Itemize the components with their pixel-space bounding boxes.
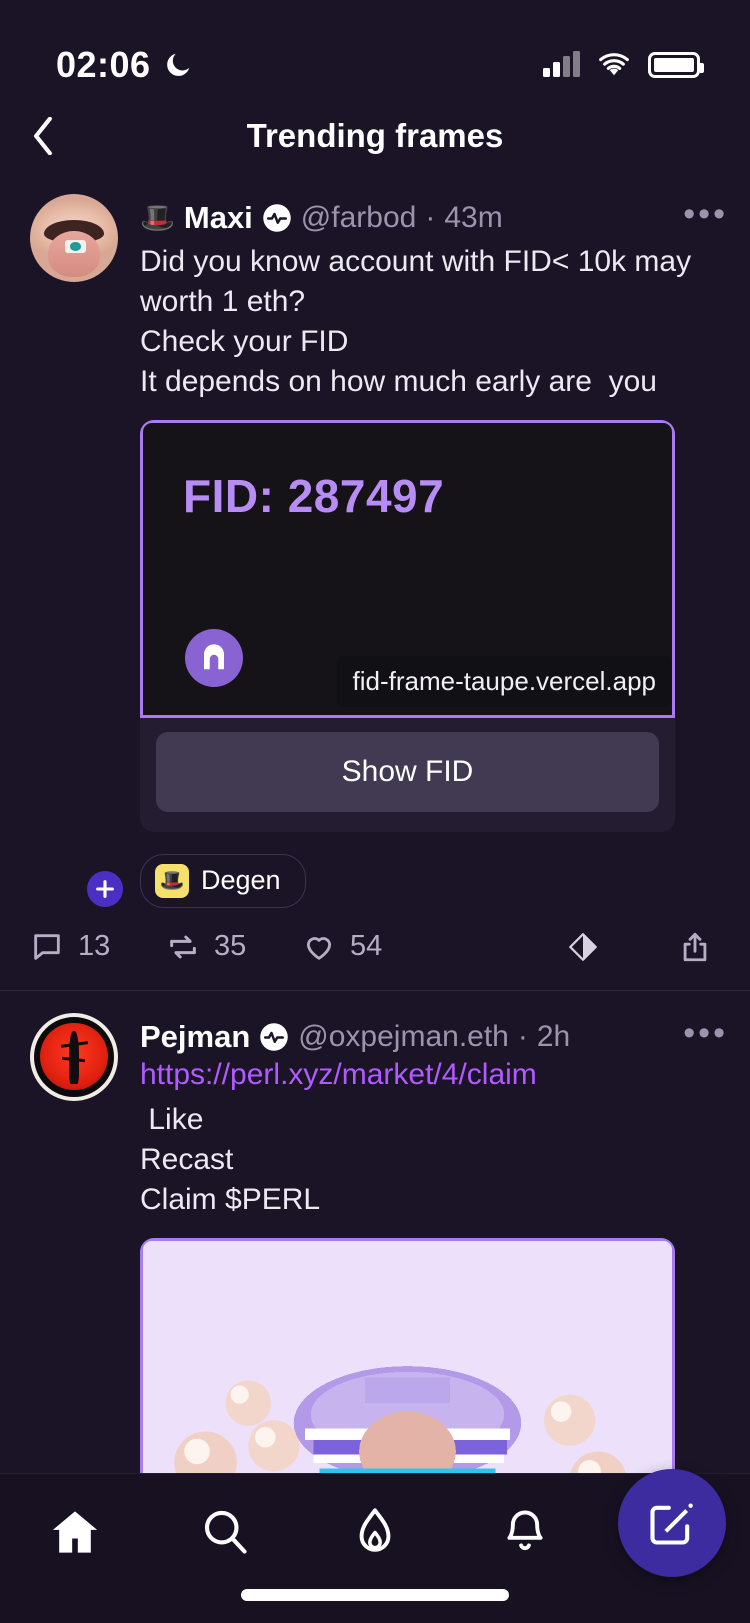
comment-icon [34,933,60,960]
frame-button-show-fid[interactable]: Show FID [156,731,659,812]
like-count: 54 [350,930,383,963]
avatar[interactable] [30,1012,118,1101]
frame-domain-label: fid-frame-taupe.vercel.app [336,655,672,707]
avatar-detail-figure [69,1030,79,1084]
comment-count: 13 [78,930,111,963]
compose-button[interactable] [618,1469,726,1577]
status-bar-right [543,51,704,78]
status-clock: 02:06 [56,44,151,85]
nav-trending[interactable] [320,1496,430,1568]
frame-actions: Show FID [140,718,675,832]
post-author-row: Pejman @oxpejman.eth · 2h ••• [140,1016,730,1055]
home-indicator [241,1589,509,1601]
nav-notifications[interactable] [470,1496,580,1568]
back-button[interactable] [8,100,78,172]
separator-dot: · [517,1019,528,1053]
recast-icon [170,935,196,958]
post-text: Did you know account with FID< 10k may w… [140,245,692,398]
recast-button[interactable]: 35 [166,930,302,964]
flame-icon [359,1508,391,1552]
app-screen: 02:06 Trending frames 🎩 Maxi @farbod · 4… [0,0,750,1623]
post-action-bar-right [566,930,720,964]
post-timestamp: 43m [444,201,503,234]
author-display-name[interactable]: Maxi [184,200,253,236]
channel-chip[interactable]: 🎩 Degen [140,853,306,908]
cellular-signal-icon [543,51,580,77]
nav-search[interactable] [170,1496,280,1568]
frame-card[interactable]: perl [140,1238,675,1473]
avatar-container[interactable] [30,1012,122,1473]
post-link[interactable]: https://perl.xyz/market/4/claim [140,1055,730,1095]
diamond-tip-icon [569,932,597,961]
post-content: Pejman @oxpejman.eth · 2h ••• https://pe… [140,1013,730,1473]
page-title: Trending frames [246,117,504,154]
like-button[interactable]: 54 [302,930,438,964]
arch-glyph-icon [204,643,224,669]
post-body: 🎩 Maxi @farbod · 43m ••• Did you know ac… [0,194,750,910]
verified-badge-icon [263,204,291,232]
post-action-bar: 13 35 54 [0,908,750,990]
top-hat-emoji: 🎩 [140,202,175,233]
author-handle[interactable]: @farbod [301,201,417,235]
home-icon [52,1511,98,1553]
channel-label: Degen [201,865,281,896]
avatar[interactable] [30,194,118,282]
avatar-container[interactable] [30,194,126,910]
comment-button[interactable]: 13 [30,930,166,964]
status-bar-left: 02:06 [56,44,193,86]
compose-icon [650,1503,693,1545]
frame-fid-value: 287497 [287,469,445,522]
frame-image[interactable]: FID: 287497 fid-frame-taupe.vercel.app [140,419,675,718]
post-text: Like Recast Claim $PERL [140,1103,321,1217]
recast-count: 35 [214,930,247,963]
post-item[interactable]: 🎩 Maxi @farbod · 43m ••• Did you know ac… [0,172,750,990]
plus-icon [96,879,114,898]
follow-plus-badge[interactable] [84,867,126,910]
post-author-row: 🎩 Maxi @farbod · 43m ••• [140,197,730,236]
wifi-icon [599,53,629,76]
share-icon [683,932,707,961]
search-icon [204,1510,247,1554]
tip-button[interactable] [566,930,600,964]
separator-dot: · [425,201,436,234]
pixel-art-oyster [143,1241,672,1473]
crescent-moon-icon [166,53,189,76]
nav-home[interactable] [20,1496,130,1568]
degen-hat-icon: 🎩 [155,863,189,898]
post-content: 🎩 Maxi @farbod · 43m ••• Did you know ac… [140,194,730,908]
bell-icon [507,1510,543,1551]
post-item[interactable]: Pejman @oxpejman.eth · 2h ••• https://pe… [0,989,750,1473]
frame-image[interactable]: perl [140,1238,675,1473]
avatar-detail-tongue [47,230,101,277]
page-header: Trending frames [0,100,750,172]
frame-fid-label: FID: [183,469,275,522]
heart-icon [306,936,332,960]
frame-card[interactable]: FID: 287497 fid-frame-taupe.vercel.app S… [140,419,675,832]
verified-badge-icon [260,1022,289,1051]
post-more-button[interactable]: ••• [663,197,730,235]
frame-fid-text: FID: 287497 [183,469,444,523]
author-handle[interactable]: @oxpejman.eth [298,1020,509,1054]
feed-list[interactable]: 🎩 Maxi @farbod · 43m ••• Did you know ac… [0,172,750,1473]
share-button[interactable] [678,930,712,964]
farcaster-arch-icon [185,628,243,687]
post-timestamp: 2h [536,1019,571,1053]
status-bar: 02:06 [0,0,750,100]
post-more-button[interactable]: ••• [663,1016,730,1054]
chevron-left-icon [34,117,52,155]
author-display-name[interactable]: Pejman [140,1019,250,1055]
post-body: Pejman @oxpejman.eth · 2h ••• https://pe… [0,1012,750,1473]
battery-icon [648,52,704,78]
